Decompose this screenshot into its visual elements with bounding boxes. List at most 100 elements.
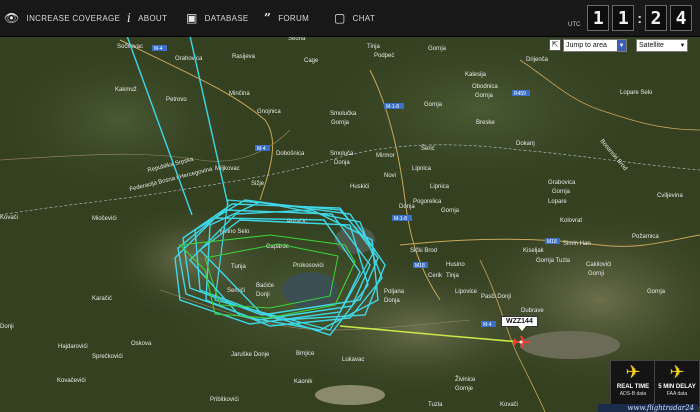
- nav-forum[interactable]: ” FORUM: [264, 0, 309, 36]
- place-label: Orahovica: [175, 56, 203, 62]
- place-label: Kalesija: [465, 72, 487, 78]
- svg-text:M-4: M-4: [483, 322, 492, 328]
- place-label: Drijenča: [526, 57, 549, 63]
- place-label: Petrovo: [166, 97, 187, 103]
- place-label: Miljkovac: [215, 166, 240, 172]
- nav-label: INCREASE COVERAGE: [26, 13, 121, 23]
- place-label: Karačić: [92, 296, 112, 302]
- place-label: Gornje: [455, 386, 474, 392]
- svg-text:M18: M18: [547, 239, 557, 245]
- place-label: Lopare Selo: [620, 90, 653, 96]
- place-label: Podpeć: [374, 53, 394, 59]
- svg-text:M-4: M-4: [154, 46, 163, 52]
- badge-title: REAL TIME: [616, 384, 650, 390]
- airplane-icon: ✈: [669, 362, 685, 382]
- place-label: Kaonik: [294, 379, 313, 385]
- place-label: Lipnica: [430, 184, 450, 190]
- road-label-m18-west: M18: [413, 262, 428, 269]
- place-label: Gornja: [424, 102, 443, 108]
- place-label: Kolovrat: [560, 218, 582, 224]
- place-label: Poljana: [384, 289, 405, 295]
- place-label: Breske: [476, 120, 495, 126]
- place-label: Caparde: [266, 244, 290, 250]
- place-label: Sprečkovići: [92, 354, 123, 360]
- nav-increase-coverage[interactable]: 👁︎ INCREASE COVERAGE: [4, 0, 120, 36]
- place-label: Dobošnica: [276, 151, 305, 157]
- flight-callsign-label[interactable]: WZZ144: [501, 316, 538, 331]
- utc-clock: UTC 1 1 : 2 4: [568, 5, 692, 31]
- place-label: Smolučka: [330, 111, 357, 117]
- clock-minute-tens: 2: [645, 5, 667, 31]
- place-label: Cakilovići: [586, 262, 611, 268]
- place-label: Hajdarovići: [58, 344, 88, 350]
- place-label: Minčina: [229, 91, 250, 97]
- place-label: Baćiće: [256, 283, 275, 289]
- place-label: Živinice: [455, 375, 476, 383]
- place-label: Gornja: [647, 289, 666, 295]
- place-label: Šerić: [421, 145, 435, 152]
- fullscreen-icon: ⇱: [549, 39, 561, 51]
- top-navigation-bar: 👁︎ INCREASE COVERAGE i ABOUT ▣ DATABASE …: [0, 0, 700, 37]
- real-time-badge[interactable]: ✈ REAL TIME ADS-B data: [610, 360, 656, 408]
- five-min-delay-badge[interactable]: ✈ 5 MIN DELAY FAA data: [654, 360, 700, 408]
- place-label: Dubrave: [521, 308, 544, 314]
- place-label: Cerik: [428, 273, 443, 279]
- airplane-icon: ✈: [625, 362, 641, 382]
- place-label: Požarnica: [632, 234, 659, 240]
- nav-label: CHAT: [352, 13, 376, 23]
- place-label: Lopare: [548, 199, 567, 205]
- place-label: Kakmuž: [115, 87, 137, 93]
- place-label: Gornji: [588, 271, 604, 277]
- satellite-map[interactable]: M-4 M-4 M-1-8 M-1-8 M18 M18 R459 M-4 Soč…: [0, 0, 700, 412]
- svg-text:M-1-8: M-1-8: [386, 104, 399, 110]
- road-label-m18-north: M-1-8: [384, 103, 404, 110]
- place-label: Miočevići: [92, 216, 117, 222]
- map-type-box: Satellite ▼: [636, 39, 688, 52]
- jump-to-area-select[interactable]: Jump to area ▼: [563, 39, 627, 52]
- place-label: Gornja: [475, 93, 494, 99]
- nav-database[interactable]: ▣ DATABASE: [186, 0, 249, 36]
- map-type-select[interactable]: Satellite ▼: [636, 39, 688, 52]
- database-icon: ▣: [186, 11, 198, 25]
- place-label: Tinja: [367, 44, 380, 50]
- nav-label: ABOUT: [138, 13, 168, 23]
- place-label: Tuzla: [428, 402, 443, 408]
- place-label: Brnjice: [296, 351, 315, 357]
- place-label: Huskići: [350, 184, 369, 190]
- road-label-r459: R459: [512, 90, 530, 97]
- road-label-m4-mid: M-4: [255, 145, 270, 152]
- place-label: Dokanj: [516, 141, 535, 147]
- chevron-down-icon: ▼: [617, 40, 626, 51]
- svg-text:M-1-8: M-1-8: [394, 216, 407, 222]
- place-label: Cviljevina: [657, 193, 683, 199]
- place-label: Donji: [256, 292, 270, 298]
- place-label: Gornja Tuzla: [536, 258, 571, 264]
- place-label: Kovačevići: [57, 378, 86, 384]
- eye-icon: 👁︎: [4, 11, 20, 25]
- clock-separator: :: [637, 10, 642, 26]
- badge-title: 5 MIN DELAY: [658, 384, 696, 390]
- nav-label: FORUM: [278, 13, 310, 23]
- place-label: Gnojnica: [257, 109, 281, 115]
- place-label: Prokosovići: [293, 263, 324, 269]
- place-label: Lipnica: [412, 166, 432, 172]
- place-label: Mirmor: [376, 153, 395, 159]
- place-label: Kovači: [0, 215, 18, 221]
- svg-text:M-4: M-4: [257, 146, 266, 152]
- place-label: Lukavac: [342, 357, 364, 363]
- jump-to-area-value: Jump to area: [566, 42, 607, 49]
- place-label: Gornja: [441, 208, 460, 214]
- svg-text:R459: R459: [514, 91, 526, 97]
- place-label: Kiseljak: [523, 248, 545, 254]
- quote-icon: ”: [264, 11, 272, 25]
- place-label: Gornja: [331, 120, 350, 126]
- clock-hour-ones: 1: [612, 5, 635, 31]
- info-icon: i: [127, 11, 132, 25]
- svg-text:M18: M18: [415, 263, 425, 269]
- nav-chat[interactable]: ▢ CHAT: [334, 0, 375, 36]
- place-label: Lipovice: [455, 289, 478, 295]
- place-label: Grabovica: [548, 180, 576, 186]
- place-label: Pribitkovići: [210, 397, 239, 403]
- nav-about[interactable]: i ABOUT: [127, 0, 167, 36]
- nav-label: DATABASE: [204, 13, 249, 23]
